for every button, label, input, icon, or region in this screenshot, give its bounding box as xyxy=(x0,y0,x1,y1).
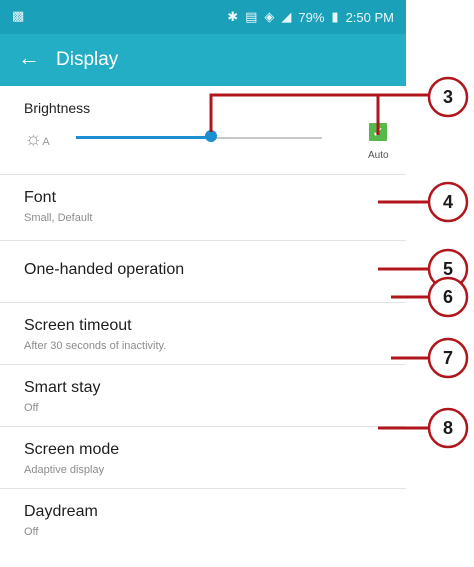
status-icons: ✱ ▤ ◈ ◢ 79% ▮ 2:50 PM xyxy=(227,9,394,25)
callout-8-number: 8 xyxy=(443,418,453,438)
menu-item-subtitle: Off xyxy=(24,402,39,414)
menu-item-screen-mode[interactable]: Screen mode Adaptive display xyxy=(0,426,406,488)
auto-brightness-checkbox[interactable]: ✓ xyxy=(369,123,387,141)
menu-item-title: One-handed operation xyxy=(24,261,185,278)
signal-icon: ◢ xyxy=(281,9,292,24)
callout-5-number: 5 xyxy=(443,259,453,279)
callout-6-number: 6 xyxy=(443,287,453,307)
callout-7-number: 7 xyxy=(443,348,453,368)
menu-item-smart-stay[interactable]: Smart stay Off xyxy=(0,364,406,426)
menu-item-subtitle: Off xyxy=(24,526,39,538)
menu-item-subtitle: After 30 seconds of inactivity. xyxy=(24,340,167,352)
callout-3-circle xyxy=(427,76,469,118)
page-title: Display xyxy=(56,49,119,70)
callout-5-circle xyxy=(427,248,469,290)
back-arrow-icon[interactable]: ← xyxy=(18,45,40,71)
status-bar: ▩ ✱ ▤ ◈ ◢ 79% ▮ 2:50 PM xyxy=(0,0,406,34)
battery-percent: 79% xyxy=(298,9,325,25)
battery-icon: ▮ xyxy=(331,9,339,24)
brightness-section: Brightness ☼A ✓ Auto xyxy=(0,86,406,174)
menu-item-one-handed-operation[interactable]: One-handed operation xyxy=(0,240,406,302)
bluetooth-icon: ✱ xyxy=(227,9,239,24)
callout-4-number: 4 xyxy=(443,192,453,212)
menu-item-font[interactable]: Font Small, Default xyxy=(0,174,406,240)
menu-item-subtitle: Adaptive display xyxy=(24,464,105,476)
photo-notification-icon: ▩ xyxy=(12,8,25,23)
brightness-label: Brightness xyxy=(24,100,91,116)
menu-item-daydream[interactable]: Daydream Off xyxy=(0,488,406,550)
nfc-icon: ▤ xyxy=(245,9,258,24)
phone-screen: ▩ ✱ ▤ ◈ ◢ 79% ▮ 2:50 PM ← Display Bright… xyxy=(0,0,406,567)
auto-brightness-label: Auto xyxy=(368,150,389,161)
menu-item-title: Smart stay xyxy=(24,379,101,396)
callout-3-number: 3 xyxy=(443,87,453,107)
menu-item-subtitle: Small, Default xyxy=(24,212,93,224)
auto-brightness-icon: ☼A xyxy=(24,128,50,150)
wifi-icon: ◈ xyxy=(264,9,275,24)
menu-item-title: Daydream xyxy=(24,503,98,520)
callout-7-circle xyxy=(427,337,469,379)
callout-6-circle xyxy=(427,276,469,318)
menu-item-title: Font xyxy=(24,189,57,206)
callout-4-circle xyxy=(427,181,469,223)
brightness-slider-fill xyxy=(76,136,211,139)
callout-8-circle xyxy=(427,407,469,449)
menu-item-title: Screen timeout xyxy=(24,317,132,334)
clock: 2:50 PM xyxy=(345,9,394,25)
display-settings-list: Font Small, Default One-handed operation… xyxy=(0,174,406,550)
menu-item-screen-timeout[interactable]: Screen timeout After 30 seconds of inact… xyxy=(0,302,406,364)
brightness-slider-thumb[interactable] xyxy=(205,130,217,142)
app-bar: ← Display xyxy=(0,34,406,86)
menu-item-title: Screen mode xyxy=(24,441,120,458)
